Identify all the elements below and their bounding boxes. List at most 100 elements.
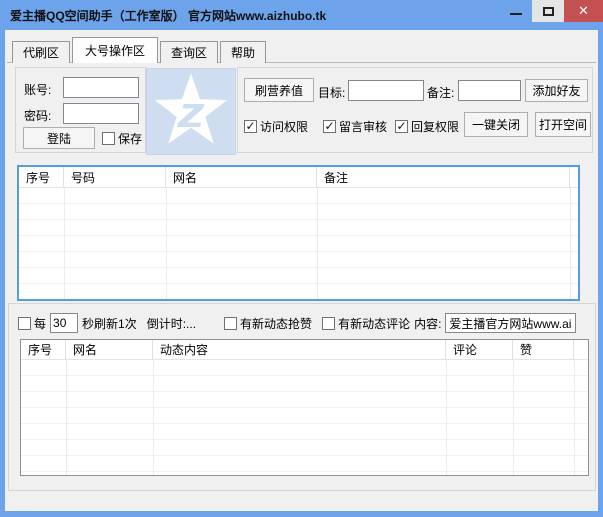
column-divider [66,360,67,475]
minimize-button[interactable] [500,0,532,22]
title-bar: 爱主播QQ空间助手（工作室版） 官方网站www.aizhubo.tk ✕ [0,0,603,30]
refresh-interval-input[interactable] [50,313,78,333]
target-label: 目标: [318,84,345,101]
accounts-table[interactable]: 序号 号码 网名 备注 [17,165,580,301]
checkbox-icon [18,317,31,330]
monitor-controls-row: 每 秒刷新1次 倒计时:... 有新动态抢赞 [18,312,576,334]
login-button-label: 登陆 [47,130,71,147]
message-review-checkbox[interactable]: ✓ 留言审核 [323,118,387,135]
tab-main-operations[interactable]: 大号操作区 [72,37,158,63]
column-header-filler [574,340,588,359]
column-divider [64,188,65,299]
reply-permission-label: 回复权限 [411,118,459,135]
column-header-label: 评论 [453,341,477,358]
column-header-filler [570,167,578,187]
close-all-button-label: 一键关闭 [472,116,520,133]
countdown-label: 倒计时:... [147,315,196,332]
column-divider [570,188,571,299]
login-button[interactable]: 登陆 [23,127,95,149]
client-area: 代刷区 大号操作区 查询区 帮助 账号: 密码: 登陆 保存 [5,30,598,511]
tab-query[interactable]: 查询区 [160,41,218,63]
actions-group: 刷营养值 目标: 备注: 添加好友 ✓ 访问权限 ✓ 留言审核 ✓ [237,67,593,153]
accounts-table-body[interactable] [19,188,578,299]
column-header-label: 网名 [73,341,97,358]
boost-nutrition-button[interactable]: 刷营养值 [244,78,314,102]
column-header-label: 号码 [71,169,95,186]
column-header-label: 序号 [26,169,50,186]
checkbox-checked-icon: ✓ [395,120,408,133]
column-divider [446,360,447,475]
column-header-label: 网名 [173,169,197,186]
column-header[interactable]: 动态内容 [153,340,446,359]
column-divider [574,360,575,475]
window-title: 爱主播QQ空间助手（工作室版） 官方网站www.aizhubo.tk [10,7,326,24]
maximize-icon [543,7,554,16]
tab-label: 查询区 [171,44,207,61]
target-input[interactable] [348,80,424,101]
tab-help[interactable]: 帮助 [220,41,266,63]
checkbox-icon [102,132,115,145]
account-label: 账号: [24,81,51,98]
close-button[interactable]: ✕ [564,0,603,22]
login-group: 账号: 密码: 登陆 保存 [15,67,146,153]
column-header[interactable]: 备注 [317,167,570,187]
feed-table-body[interactable] [21,360,588,475]
feed-table-header: 序号 网名 动态内容 评论 赞 [21,340,588,360]
password-input[interactable] [63,103,139,124]
column-divider [166,188,167,299]
save-checkbox[interactable]: 保存 [102,130,142,147]
minimize-icon [510,13,522,15]
column-header-label: 动态内容 [160,341,208,358]
column-header[interactable]: 号码 [64,167,166,187]
grab-like-checkbox[interactable]: 有新动态抢赞 [224,315,312,332]
column-divider [513,360,514,475]
app-window: 爱主播QQ空间助手（工作室版） 官方网站www.aizhubo.tk ✕ 代刷区… [0,0,603,517]
checkbox-icon [224,317,237,330]
remark-label: 备注: [427,84,454,101]
column-header[interactable]: 序号 [21,340,66,359]
column-header[interactable]: 赞 [513,340,574,359]
open-space-button-label: 打开空间 [539,116,587,133]
accounts-table-header: 序号 号码 网名 备注 [19,167,578,188]
add-friend-button[interactable]: 添加好友 [525,79,588,102]
tab-label: 大号操作区 [85,42,145,59]
save-checkbox-label: 保存 [118,130,142,147]
column-header[interactable]: 网名 [166,167,317,187]
close-icon: ✕ [578,3,589,19]
add-friend-button-label: 添加好友 [532,82,580,99]
tab-label: 帮助 [231,44,255,61]
column-header[interactable]: 评论 [446,340,513,359]
tab-daishua[interactable]: 代刷区 [12,41,70,63]
checkbox-checked-icon: ✓ [323,120,336,133]
account-input[interactable] [63,77,139,98]
tab-page-content: 账号: 密码: 登陆 保存 z 刷营养值 [5,62,598,511]
access-permission-label: 访问权限 [260,118,308,135]
feed-table[interactable]: 序号 网名 动态内容 评论 赞 [20,339,589,476]
message-review-label: 留言审核 [339,118,387,135]
column-divider [317,188,318,299]
grab-like-label: 有新动态抢赞 [240,315,312,332]
remark-input[interactable] [458,80,521,101]
column-header-label: 备注 [324,169,348,186]
maximize-button[interactable] [532,0,564,22]
auto-refresh-checkbox[interactable]: 每 [18,315,46,332]
column-header[interactable]: 网名 [66,340,153,359]
reply-permission-checkbox[interactable]: ✓ 回复权限 [395,118,459,135]
column-divider [153,360,154,475]
auto-comment-label: 有新动态评论 [338,315,410,332]
comment-content-input[interactable] [445,313,576,333]
tab-strip: 代刷区 大号操作区 查询区 帮助 [12,37,266,63]
content-label: 内容: [414,315,441,332]
boost-button-label: 刷营养值 [255,82,303,99]
column-header[interactable]: 序号 [19,167,64,187]
checkbox-icon [322,317,335,330]
column-header-label: 序号 [28,341,52,358]
close-all-button[interactable]: 一键关闭 [464,112,528,137]
qzone-logo: z [146,68,236,155]
column-header-label: 赞 [520,341,532,358]
open-space-button[interactable]: 打开空间 [535,112,591,137]
password-label: 密码: [24,107,51,124]
access-permission-checkbox[interactable]: ✓ 访问权限 [244,118,308,135]
tab-label: 代刷区 [23,44,59,61]
auto-comment-checkbox[interactable]: 有新动态评论 [322,315,410,332]
